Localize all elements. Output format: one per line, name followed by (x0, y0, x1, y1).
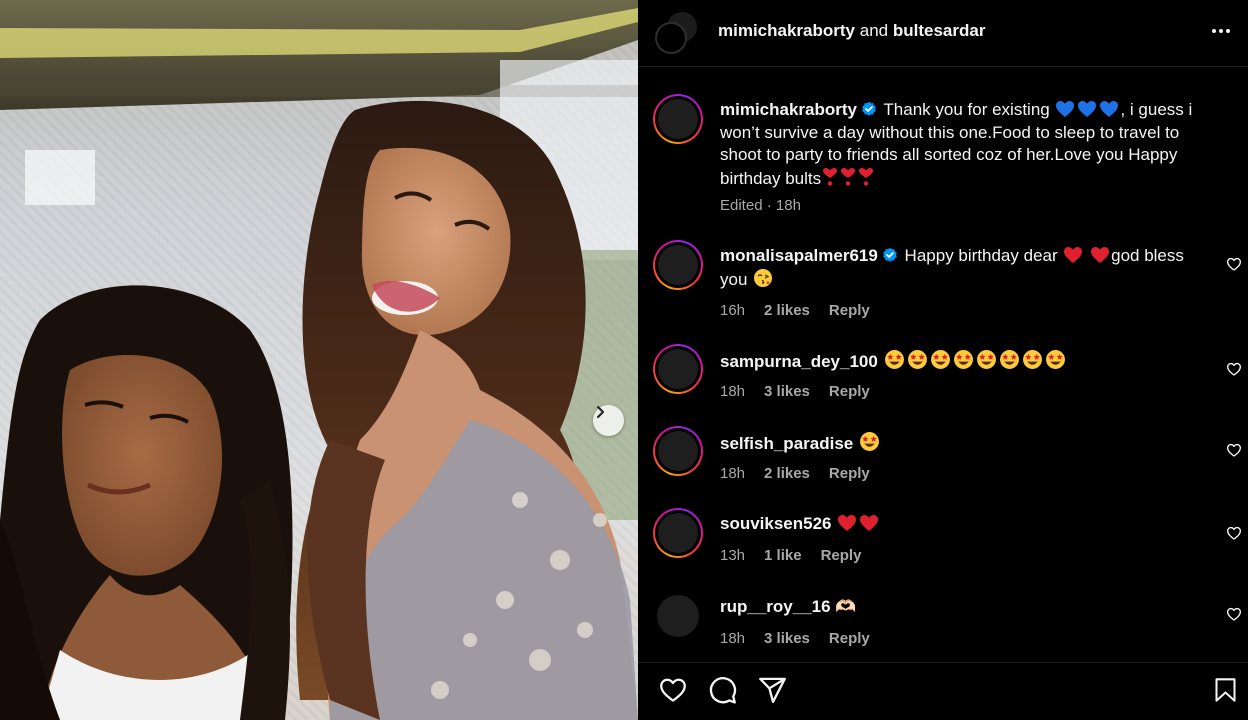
star-struck-icon (953, 350, 973, 369)
red-heart-icon (838, 515, 857, 531)
star-struck-icon (1022, 350, 1042, 369)
post-authors: mimichakraborty and bultesardar (718, 21, 985, 41)
like-comment-icon[interactable] (1226, 256, 1242, 272)
star-struck-icon (976, 350, 996, 369)
comment-emojis (858, 432, 881, 453)
next-arrow-icon (596, 405, 605, 419)
like-comment-icon[interactable] (1226, 606, 1242, 622)
caption-meta: Edited · 18h (720, 197, 801, 214)
more-icon[interactable] (1212, 29, 1230, 33)
edited-label: Edited (720, 197, 763, 214)
likes-count[interactable]: 2 likes (764, 302, 810, 319)
post-header: mimichakraborty and bultesardar (638, 0, 1248, 66)
post-side-panel: mimichakraborty and bultesardar mimichak… (638, 0, 1248, 720)
author-joiner: and (859, 21, 889, 40)
comment-username[interactable]: monalisapalmer619 (720, 246, 878, 265)
avatar[interactable] (653, 344, 703, 394)
timestamp[interactable]: 18h (720, 383, 745, 400)
action-bar (638, 662, 1248, 720)
reply-button[interactable]: Reply (829, 630, 870, 647)
comment-icon[interactable] (707, 675, 738, 706)
star-struck-icon (999, 350, 1019, 369)
like-icon[interactable] (657, 675, 689, 705)
avatar (655, 22, 687, 54)
kissing-face-icon (754, 268, 773, 287)
like-comment-icon[interactable] (1226, 442, 1242, 458)
comment-username[interactable]: rup__roy__16 (720, 597, 831, 616)
comment: sampurna_dey_100 (720, 349, 1200, 374)
comment-text: Happy birthday dear (904, 246, 1058, 265)
comment: monalisapalmer619 Happy birthday dear go… (720, 245, 1200, 291)
heart-exclamation-icon (859, 167, 874, 186)
comment-username[interactable]: selfish_paradise (720, 434, 853, 453)
timestamp[interactable]: 18h (720, 465, 745, 482)
collab-avatars[interactable] (655, 12, 697, 54)
avatar[interactable] (653, 508, 703, 558)
blue-heart-icon (1056, 101, 1075, 117)
red-heart-icon (860, 515, 879, 531)
comment: souviksen526 (720, 513, 1200, 536)
verified-icon (862, 101, 876, 116)
caption-username[interactable]: mimichakraborty (720, 100, 857, 119)
comments-list[interactable]: mimichakraborty Thank you for existing ,… (638, 67, 1248, 662)
save-icon[interactable] (1212, 675, 1239, 705)
post-photo (0, 0, 638, 720)
red-heart-icon (1064, 247, 1083, 263)
comment-meta: 16h 2 likes Reply (720, 302, 889, 319)
avatar[interactable] (653, 94, 703, 144)
heart-exclamation-icon (823, 167, 838, 186)
share-icon[interactable] (757, 675, 788, 706)
star-struck-icon (907, 350, 927, 369)
author-username[interactable]: bultesardar (893, 21, 986, 40)
reply-button[interactable]: Reply (821, 547, 862, 564)
timestamp[interactable]: 13h (720, 547, 745, 564)
comment-text: 🫶🏻 (835, 597, 857, 616)
likes-count[interactable]: 3 likes (764, 630, 810, 647)
star-struck-icon (860, 432, 879, 451)
reply-button[interactable]: Reply (829, 465, 870, 482)
blue-heart-icon (1100, 101, 1119, 117)
avatar[interactable] (653, 240, 703, 290)
comment: selfish_paradise (720, 431, 1200, 456)
likes-count[interactable]: 2 likes (764, 465, 810, 482)
comment-meta: 18h 3 likes Reply (720, 630, 889, 647)
caption-text: Thank you for existing (883, 100, 1050, 119)
comment-emojis (883, 350, 1067, 371)
star-struck-icon (1045, 350, 1065, 369)
comment-username[interactable]: souviksen526 (720, 514, 832, 533)
blue-heart-icon (1078, 101, 1097, 117)
avatar[interactable] (653, 426, 703, 476)
comment: rup__roy__16 🫶🏻 (720, 596, 1200, 619)
red-heart-icon (1091, 247, 1110, 263)
like-comment-icon[interactable] (1226, 525, 1242, 541)
avatar[interactable] (657, 595, 699, 637)
heart-exclamation-icon (841, 167, 856, 186)
timestamp[interactable]: 18h (720, 630, 745, 647)
timestamp[interactable]: 16h (720, 302, 745, 319)
reply-button[interactable]: Reply (829, 383, 870, 400)
like-comment-icon[interactable] (1226, 361, 1242, 377)
author-username[interactable]: mimichakraborty (718, 21, 855, 40)
verified-icon (883, 247, 897, 262)
timestamp[interactable]: 18h (776, 197, 801, 214)
star-struck-icon (884, 350, 904, 369)
comment-meta: 18h 3 likes Reply (720, 383, 889, 400)
caption: mimichakraborty Thank you for existing ,… (720, 99, 1200, 190)
comment-meta: 13h 1 like Reply (720, 547, 880, 564)
comment-meta: 18h 2 likes Reply (720, 465, 889, 482)
comment-username[interactable]: sampurna_dey_100 (720, 352, 878, 371)
likes-count[interactable]: 1 like (764, 547, 802, 564)
star-struck-icon (930, 350, 950, 369)
next-photo-button[interactable] (593, 405, 624, 436)
photo-illustration (0, 0, 638, 720)
likes-count[interactable]: 3 likes (764, 383, 810, 400)
reply-button[interactable]: Reply (829, 302, 870, 319)
